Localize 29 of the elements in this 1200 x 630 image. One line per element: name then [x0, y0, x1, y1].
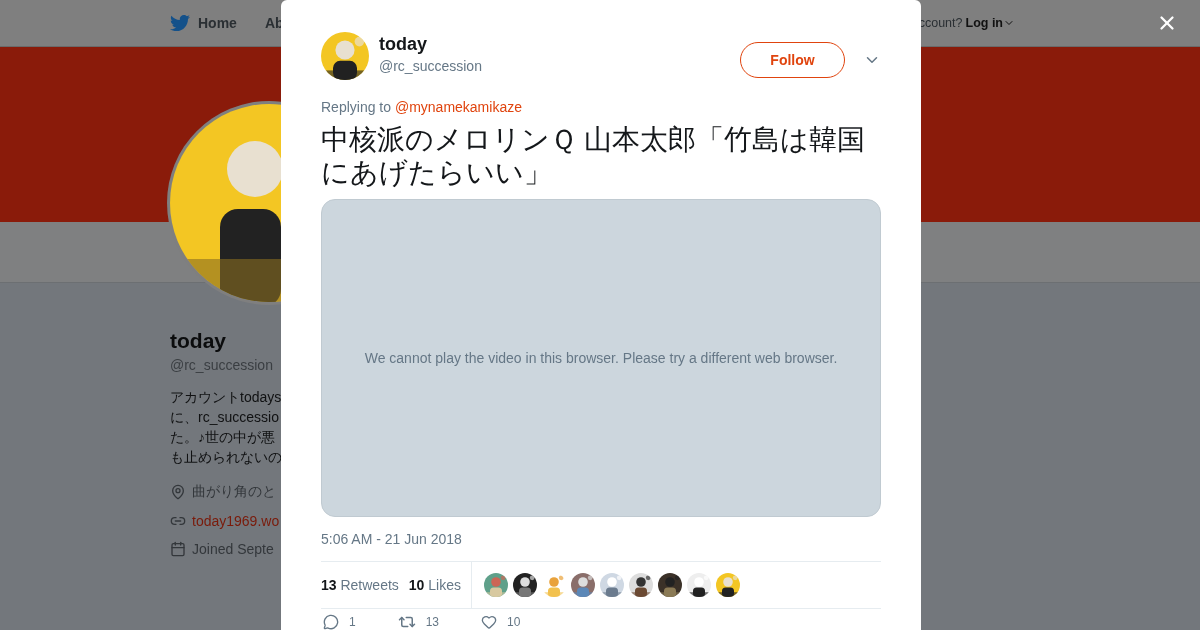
- reply-button[interactable]: 1: [321, 613, 356, 630]
- like-button[interactable]: 10: [479, 613, 521, 630]
- retweet-button[interactable]: 13: [395, 613, 440, 630]
- location: 曲がり角のと: [192, 483, 276, 501]
- bio-line: に、rc_successio: [170, 408, 280, 427]
- stat-link[interactable]: 10 Likes: [408, 577, 461, 593]
- login-prompt: ccount?: [918, 16, 963, 30]
- login-link[interactable]: Log in: [965, 16, 1015, 30]
- location-icon: [170, 484, 186, 500]
- author-handle: @rc_succession: [379, 58, 482, 74]
- tweet-timestamp: 5:06 AM - 21 Jun 2018: [321, 531, 463, 547]
- tweet-text: 中核派のメロリンＱ 山本太郎「竹島は韓国にあげたらいい」: [321, 123, 866, 189]
- author-name: today: [379, 34, 428, 55]
- profile-handle: @rc_succession: [170, 357, 274, 373]
- reply-icon: [323, 614, 339, 630]
- mention-link[interactable]: @mynamekamikaze: [394, 99, 522, 115]
- follow-button[interactable]: Follow: [740, 42, 845, 78]
- bird-icon: [170, 13, 190, 33]
- bio-line: た。♪世の中が悪: [170, 428, 276, 447]
- nav-link[interactable]: Home: [170, 13, 237, 33]
- video-message: We cannot play the video in this browser. Please try a different web browser.: [364, 350, 838, 366]
- joined-date: Joined Septe: [192, 541, 274, 557]
- profile-name: today: [170, 329, 227, 353]
- replying-to: Replying to @mynamekamikaze: [321, 99, 523, 115]
- stat-link[interactable]: 13 Retweets: [321, 577, 399, 593]
- bio-line: も止められないの: [170, 448, 283, 467]
- calendar-icon: [170, 541, 186, 557]
- like-icon: [481, 614, 498, 630]
- bio-line: アカウントtodays: [170, 388, 283, 407]
